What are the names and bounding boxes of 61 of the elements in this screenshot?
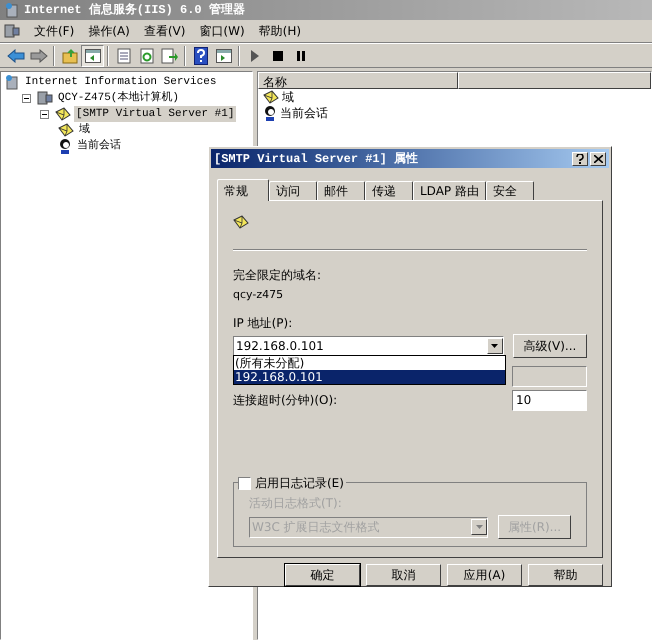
server-icon — [4, 74, 20, 90]
caret-icon — [471, 519, 488, 535]
refresh-icon — [138, 48, 154, 64]
close-button[interactable] — [590, 152, 606, 166]
collapse-toggle[interactable] — [40, 110, 49, 118]
tab[interactable]: 常规 — [217, 179, 269, 202]
pause-icon — [296, 50, 304, 60]
envelope-icon — [58, 123, 74, 137]
dialog-button[interactable]: 取消 — [366, 564, 441, 586]
help-button[interactable] — [572, 152, 588, 166]
forward-arrow-icon — [30, 48, 48, 62]
checkbox-label: 启用日志记录(E) — [255, 475, 344, 492]
fqdn-value: qcy-z475 — [233, 287, 284, 304]
tree-item[interactable]: [SMTP Virtual Server #1] — [74, 106, 236, 122]
dialog-title: [SMTP Virtual Server #1] 属性 — [214, 150, 420, 168]
stop-icon — [272, 50, 282, 60]
ip-label: IP 地址(P): — [233, 314, 294, 332]
export-list-icon — [160, 48, 178, 64]
timeout-field[interactable]: 10 — [512, 390, 587, 411]
server-icon — [4, 2, 20, 18]
computer-icon — [37, 90, 53, 106]
tree-item[interactable]: 当前会话 — [75, 138, 123, 154]
back-arrow-icon — [6, 48, 24, 62]
collapse-toggle[interactable] — [22, 94, 31, 102]
envelope-icon — [263, 90, 279, 104]
help-icon — [194, 46, 208, 64]
window-title: Internet 信息服务(IIS) 6.0 管理器 — [24, 2, 245, 19]
tree-item[interactable]: Internet Information Services — [23, 74, 218, 90]
tree-item[interactable]: 域 — [77, 122, 92, 138]
dropdown-option[interactable]: (所有未分配) — [234, 356, 505, 370]
close-icon — [594, 154, 602, 163]
question-mark-icon — [576, 154, 584, 164]
tree-item[interactable]: QCY-Z475(本地计算机) — [56, 90, 182, 106]
properties-icon — [116, 48, 132, 64]
column-header[interactable]: 名称 — [258, 72, 458, 89]
person-icon — [58, 138, 72, 154]
tree-pane-icon — [84, 48, 100, 62]
menu-item[interactable]: 文件(F) — [34, 22, 74, 40]
timeout-label: 连接超时(分钟)(O): — [233, 392, 338, 410]
dropdown-option[interactable]: 192.168.0.101 — [234, 370, 505, 384]
play-icon — [250, 48, 260, 62]
tree-pane-button[interactable] — [81, 44, 104, 66]
fqdn-label: 完全限定的域名: — [233, 267, 322, 284]
dialog-button[interactable]: 应用(A) — [447, 564, 522, 586]
person-icon — [263, 105, 277, 121]
list-item[interactable]: 当前会话 — [280, 104, 328, 122]
envelope-icon — [233, 215, 249, 230]
computer-icon — [4, 23, 20, 39]
checkbox[interactable] — [238, 476, 251, 490]
folder-up-icon — [62, 48, 78, 64]
menu-item[interactable]: 操作(A) — [88, 22, 130, 40]
advanced-button[interactable]: 高级(V)... — [512, 334, 587, 358]
ip-address-dropdown[interactable]: 192.168.0.101 — [233, 336, 504, 356]
envelope-icon — [55, 107, 71, 121]
action-pane-icon — [216, 48, 232, 62]
menu-item[interactable]: 查看(V) — [144, 22, 186, 40]
list-item[interactable]: 域 — [282, 88, 294, 106]
menu-item[interactable]: 帮助(H) — [258, 22, 302, 40]
dialog-button[interactable]: 帮助 — [528, 564, 603, 586]
menu-item[interactable]: 窗口(W) — [199, 22, 245, 40]
dialog-button[interactable]: 确定 — [285, 564, 360, 586]
